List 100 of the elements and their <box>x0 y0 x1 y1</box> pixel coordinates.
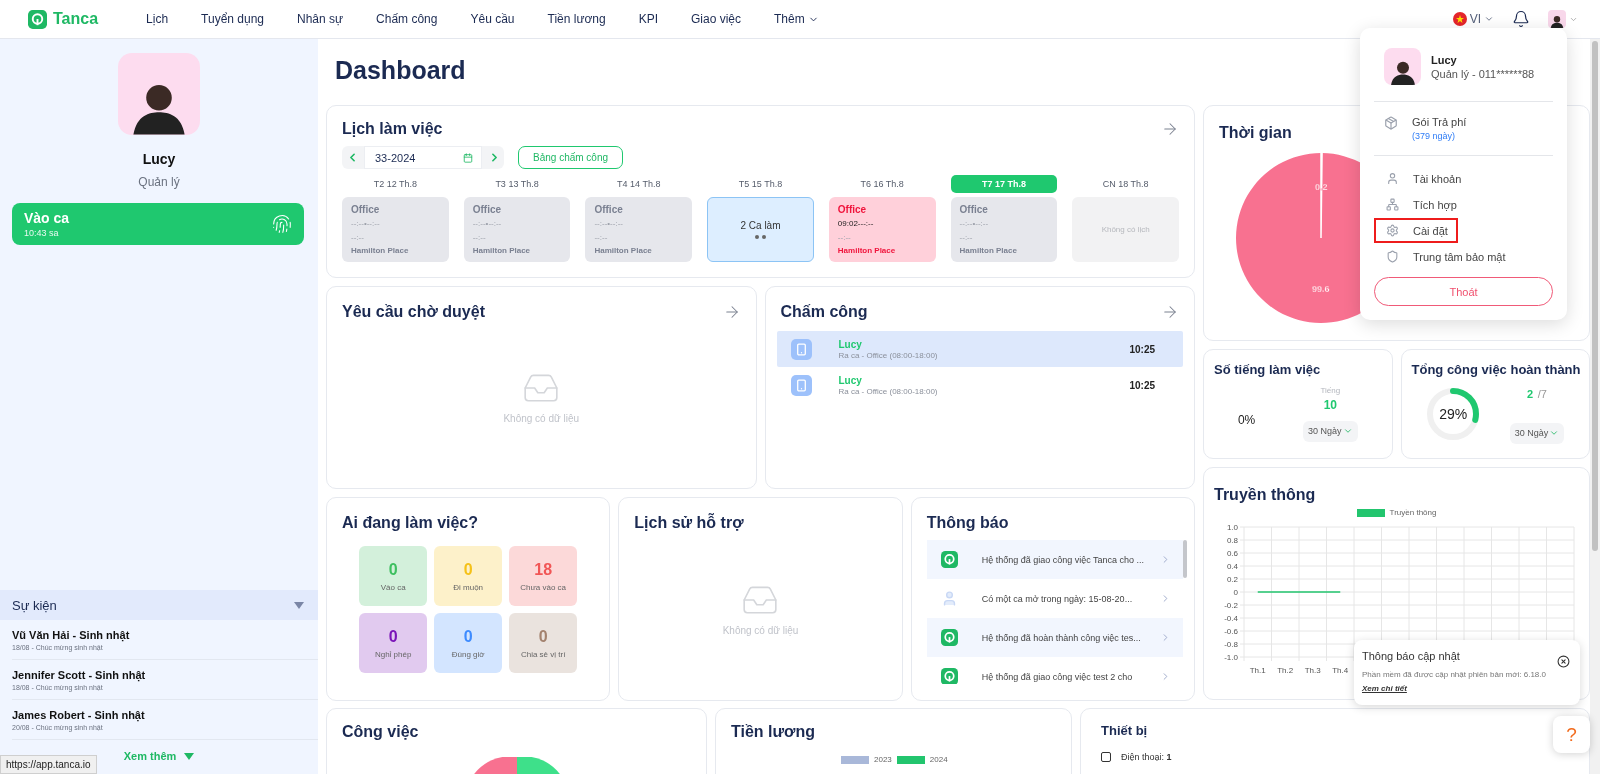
shift-place: Office <box>837 204 868 215</box>
range-dropdown[interactable]: 30 Ngày <box>1303 420 1358 442</box>
logout-button[interactable]: Thoát <box>1374 277 1553 306</box>
y-tick-label: 1.0 <box>1226 523 1238 532</box>
total-count: /7 <box>1537 387 1547 400</box>
day-tab[interactable]: T6 16 Th.8 <box>860 175 904 193</box>
notification-item[interactable]: Có một ca mở trong ngày: 15-08-20... <box>926 579 1183 618</box>
card-title: Thiết bị <box>1101 723 1148 738</box>
shift-time: --:-- <box>594 232 609 242</box>
y-tick-label: 0 <box>1233 588 1238 597</box>
event-title: James Robert - Sinh nhật <box>12 709 146 721</box>
nav-link[interactable]: Yêu cầu <box>470 12 515 26</box>
slice-label: 99.6 <box>1311 284 1330 294</box>
user-name: Lucy <box>141 151 177 167</box>
legend-label: 2023 <box>874 755 892 764</box>
user-role: Quản lý <box>137 175 181 189</box>
notification-item[interactable]: Hệ thống đã hoàn thành công việc tes... <box>926 618 1183 657</box>
stat-tile[interactable]: 0 Đúng giờ <box>434 613 503 673</box>
done-count: 2 <box>1527 387 1534 400</box>
day-tab[interactable]: CN 18 Th.8 <box>1102 175 1149 193</box>
notification-item[interactable]: Hệ thống đã giao công việc Tanca cho ... <box>926 540 1183 579</box>
nav-link[interactable]: Giao việc <box>691 12 742 26</box>
shift-time: --:-- <box>959 232 974 242</box>
device-icon <box>1101 752 1111 762</box>
menu-item[interactable]: Tài khoản <box>1374 166 1553 191</box>
stat-tile[interactable]: 0 Chia sẻ vị trí <box>509 613 578 673</box>
nav-link[interactable]: Nhân sự <box>297 12 344 26</box>
card-title: Lịch sử hỗ trợ <box>634 514 744 532</box>
x-tick-label: Th.1 <box>1249 666 1266 675</box>
card-title: Lịch làm việc <box>342 120 443 138</box>
fingerprint-icon <box>272 214 292 234</box>
shift-time: --:--•--:-- <box>351 219 381 229</box>
card-title: Ai đang làm việc? <box>342 514 479 532</box>
shift-detail: Ra ca - Office (08:00-18:00) <box>838 350 939 360</box>
attendance-row[interactable]: Lucy Ra ca - Office (08:00-18:00) 10:25 <box>776 331 1183 367</box>
arrow-right-icon[interactable] <box>1161 120 1179 138</box>
plan-days: (379 ngày) <box>1412 131 1467 141</box>
week-field[interactable]: 33-2024 <box>364 146 482 169</box>
stat-value: 0 <box>463 627 473 646</box>
shift-detail: Ra ca - Office (08:00-18:00) <box>838 386 939 396</box>
arrow-right-icon[interactable] <box>1161 303 1179 321</box>
card-title: Số tiếng làm việc <box>1214 362 1321 377</box>
language-button[interactable]: VI <box>1452 12 1494 26</box>
stat-tile[interactable]: 0 Nghỉ phép <box>359 613 428 673</box>
y-tick-label: -0.6 <box>1224 627 1238 636</box>
stat-tile[interactable]: 0 Đi muộn <box>434 546 503 606</box>
nav-link[interactable]: Tiền lương <box>547 12 606 26</box>
day-tab[interactable]: T5 15 Th.8 <box>738 175 783 193</box>
nav-link[interactable]: KPI <box>638 12 658 26</box>
stat-value: 0 <box>463 560 473 579</box>
nav-link[interactable]: Chấm công <box>376 12 438 26</box>
stat-label: Chia sẻ vị trí <box>520 649 566 659</box>
phone-icon <box>790 374 812 396</box>
x-tick-label: Th.4 <box>1332 666 1349 675</box>
network-icon <box>1386 198 1399 211</box>
toast-title: Thông báo cập nhật <box>1362 650 1461 662</box>
nav-more-link[interactable]: Thêm <box>774 12 819 26</box>
nav-link[interactable]: Lịch <box>146 12 169 26</box>
stat-tile[interactable]: 18 Chưa vào ca <box>509 546 578 606</box>
day-card[interactable]: Office 09:02---:-- --:-- Hamilton Place <box>828 197 936 262</box>
y-tick-label: 0.4 <box>1226 562 1238 571</box>
menu-item[interactable]: Trung tâm bảo mật <box>1374 244 1553 269</box>
shift-time: --:-- <box>472 232 487 242</box>
scrollbar[interactable] <box>1590 39 1600 774</box>
notification-button[interactable] <box>1512 10 1530 28</box>
day-card[interactable]: 2 Ca làm <box>707 197 814 262</box>
shift-location: Hamilton Place <box>837 246 897 255</box>
nav-link[interactable]: Tuyển dụng <box>201 12 264 26</box>
chevron-down-icon <box>1484 14 1494 24</box>
shift-time: --:--•--:-- <box>594 219 624 229</box>
shift-time: --:-- <box>351 232 365 242</box>
profile-button[interactable] <box>1548 10 1578 28</box>
details-link[interactable]: Xem chi tiết <box>1362 684 1407 693</box>
close-icon[interactable] <box>1557 655 1570 668</box>
notification-item[interactable]: Hệ thống đã giao công việc test 2 cho <box>926 657 1183 684</box>
percent-value: 29% <box>1439 405 1468 422</box>
flag-icon <box>1452 12 1467 26</box>
day-tab[interactable]: T2 12 Th.8 <box>373 175 418 193</box>
range-dropdown[interactable]: 30 Ngày <box>1509 422 1565 444</box>
shift-place: Office <box>594 204 624 215</box>
unit-label: Tiếng <box>1320 385 1341 395</box>
shift-count: 2 Ca làm <box>740 220 781 231</box>
package-icon <box>1384 116 1398 130</box>
day-tab[interactable]: T4 14 Th.8 <box>617 175 661 193</box>
page-title: Dashboard <box>334 55 466 86</box>
menu-item[interactable]: Tích hợp <box>1374 192 1553 217</box>
shift-place: Office <box>351 204 381 215</box>
events-header[interactable]: Sự kiện <box>0 590 318 620</box>
stat-tile[interactable]: 0 Vào ca <box>359 546 428 606</box>
device-count: Điện thoại: 1 <box>1121 752 1172 762</box>
menu-item[interactable]: Cài đặt <box>1374 218 1458 243</box>
employee-name: Lucy <box>838 338 863 350</box>
day-tab[interactable]: T3 13 Th.8 <box>495 175 539 193</box>
check-time: 10:25 <box>1129 343 1155 355</box>
stat-label: Đi muộn <box>453 582 484 592</box>
shift-location: Hamilton Place <box>351 246 410 255</box>
card-title: Chấm công <box>780 303 868 321</box>
logo-icon <box>28 9 47 29</box>
shift-time: 09:02---:-- <box>837 219 875 229</box>
shift-location: Hamilton Place <box>472 246 532 255</box>
